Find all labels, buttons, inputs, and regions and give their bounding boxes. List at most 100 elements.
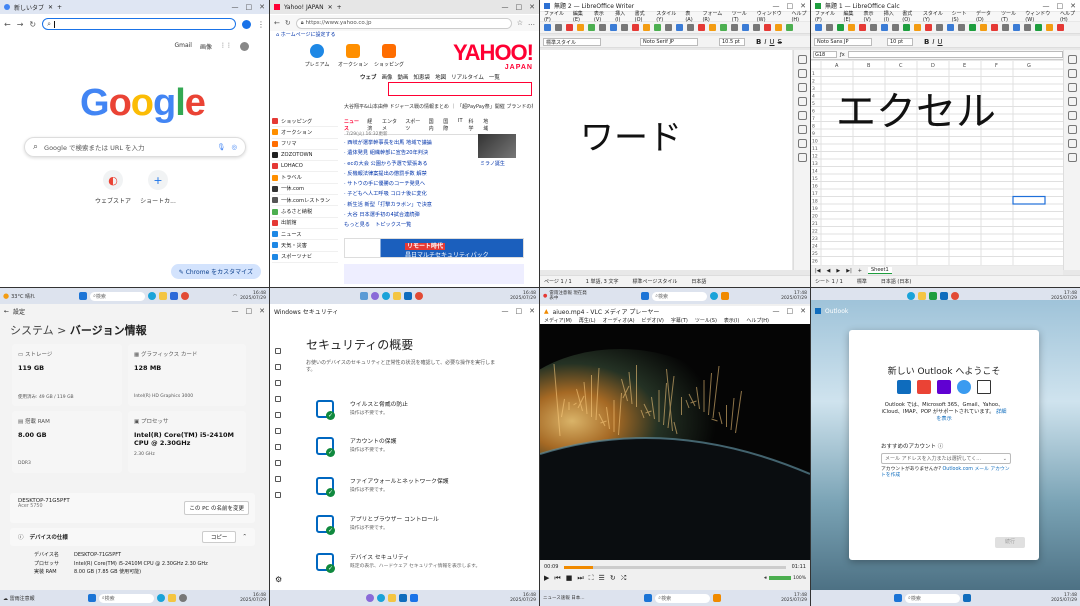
stop-icon[interactable]: ■	[566, 574, 573, 583]
clock[interactable]: 17:48 2025/07/29	[781, 291, 807, 301]
sidebar-item[interactable]: フリマ	[272, 139, 338, 150]
back-icon[interactable]: ←	[4, 20, 11, 29]
toolbar-button-icon[interactable]	[632, 24, 639, 31]
toolbar-button-icon[interactable]	[544, 24, 551, 31]
toolbar-button-icon[interactable]	[958, 24, 965, 31]
chevron-up-icon[interactable]: ⌃	[242, 534, 247, 540]
menu-icon[interactable]	[275, 348, 281, 354]
apps-icon[interactable]: ⋮⋮	[220, 42, 232, 51]
toolbar-button-icon[interactable]	[665, 24, 672, 31]
menu-item[interactable]: ツール(S)	[695, 317, 717, 324]
news-tab[interactable]: 地域	[483, 118, 492, 132]
page-count[interactable]: ページ 1 / 1	[544, 278, 572, 285]
sidebar-deck-icon[interactable]	[797, 125, 807, 134]
sidebar-deck-icon[interactable]	[1067, 83, 1077, 92]
sidebar-item[interactable]: ニュース	[272, 229, 338, 241]
security-item[interactable]: ✓ デバイス セキュリティ 既定の表示、ハードウェア セキュリティ情報を表示します。	[316, 551, 516, 585]
function-wizard-icon[interactable]: ƒx	[840, 52, 845, 58]
toolbar-button-icon[interactable]	[969, 24, 976, 31]
service-shopping[interactable]: ショッピング	[370, 44, 408, 68]
menu-item[interactable]: オーディオ(A)	[603, 317, 635, 324]
edge-icon[interactable]	[148, 292, 157, 300]
news-tab[interactable]: エンタメ	[382, 118, 399, 132]
prev-icon[interactable]: ⏮	[554, 574, 560, 583]
close-icon[interactable]: ✕	[529, 307, 535, 315]
ad-banner[interactable]: リモート時代 昌日マルチセキュリティパック	[344, 238, 524, 259]
taskbar-search[interactable]: ⌕ 検索	[98, 593, 154, 603]
news-item[interactable]: · 反機報法律案提出の懲罰手数 解禁	[344, 170, 474, 180]
explorer-icon[interactable]	[387, 594, 396, 602]
sidebar-deck-icon[interactable]	[797, 83, 807, 92]
email-input[interactable]: メール アドレスを入力または選択してく... ⌄	[881, 453, 1011, 464]
breadcrumb-system[interactable]: システム	[10, 324, 54, 337]
sidebar-item[interactable]: ショッピング	[272, 116, 338, 128]
news-item[interactable]: · 新生活 新型「打撃カラボン」で決意	[344, 201, 474, 211]
toolbar-button-icon[interactable]	[980, 24, 987, 31]
customize-chrome-button[interactable]: ✎ Chrome をカスタマイズ	[170, 264, 261, 279]
news-item[interactable]: · 西岐が選挙幹事長を出馬 地域で議論	[344, 139, 474, 149]
toolbar-button-icon[interactable]	[599, 24, 606, 31]
copilot-icon[interactable]	[365, 594, 374, 602]
search-tab[interactable]: 知恵袋	[414, 73, 431, 81]
font-name-box[interactable]: Noto Serif JP	[640, 37, 698, 46]
language[interactable]: 日本語 (日本)	[881, 278, 912, 285]
menu-item[interactable]: ビデオ(V)	[642, 317, 664, 324]
edge-icon[interactable]	[382, 292, 391, 300]
copilot-icon[interactable]	[371, 292, 380, 300]
address-bar[interactable]: 🔒︎ https://www.yahoo.co.jp	[295, 17, 512, 29]
account-avatar[interactable]	[240, 42, 249, 51]
news-item[interactable]: · サトウの手に優勝のコーチ発見へ	[344, 180, 474, 190]
sidebar-item[interactable]: LOHACO	[272, 161, 338, 173]
sidebar-deck-icon[interactable]	[1067, 125, 1077, 134]
column-header[interactable]: C	[899, 63, 903, 69]
news-item[interactable]: もっと見る トピックス一覧	[344, 221, 474, 231]
shield-icon[interactable]	[275, 380, 281, 386]
clock[interactable]: 16:48 2025/07/29	[510, 291, 536, 301]
security-item[interactable]: ✓ ウイルスと脅威の防止 操作は不要です。	[316, 398, 516, 432]
shortcut-webstore[interactable]: ◐ ウェブストア	[88, 170, 138, 205]
toolbar-button-icon[interactable]	[775, 24, 782, 31]
search-tab[interactable]: ウェブ	[360, 73, 377, 81]
bold-button[interactable]: B	[924, 38, 929, 46]
toolbar-button-icon[interactable]	[731, 24, 738, 31]
sidebar-deck-icon[interactable]	[1067, 97, 1077, 106]
explorer-icon[interactable]	[167, 594, 176, 602]
column-header[interactable]: A	[835, 63, 839, 69]
close-icon[interactable]: ✕	[259, 307, 265, 315]
search-tab[interactable]: 動画	[398, 73, 409, 81]
toolbar-button-icon[interactable]	[815, 24, 822, 31]
edge-icon[interactable]	[710, 292, 719, 300]
sidebar-deck-icon[interactable]	[1067, 139, 1077, 148]
security-item[interactable]: ✓ アプリとブラウザー コントロール 操作は不要です。	[316, 513, 516, 547]
close-tab-icon[interactable]: ✕	[328, 4, 333, 11]
copy-button[interactable]: コピー	[201, 531, 237, 543]
settings-icon[interactable]	[178, 594, 187, 602]
maximize-icon[interactable]: □	[787, 307, 794, 315]
toolbar-button-icon[interactable]	[555, 24, 562, 31]
play-icon[interactable]: ▶	[544, 574, 549, 583]
minimize-icon[interactable]: —	[502, 3, 509, 11]
taskbar-search[interactable]: ⌕ 検索	[905, 593, 961, 603]
maximize-icon[interactable]: □	[246, 3, 253, 11]
weather-widget[interactable]: ● 雷雨注意報 現在発表中	[543, 291, 589, 301]
outlook-icon[interactable]	[939, 292, 948, 300]
formula-input[interactable]	[847, 51, 1063, 58]
spec-card-processor[interactable]: ▣ プロセッサ Intel(R) Core(TM) i5-2410M CPU @…	[128, 411, 246, 473]
explorer-icon[interactable]	[159, 292, 168, 300]
spec-card-storage[interactable]: ▭ ストレージ 119 GB 使用済み: 49 GB / 119 GB	[12, 344, 122, 406]
edge-icon[interactable]	[156, 594, 165, 602]
voice-search-icon[interactable]: 🎙	[217, 143, 225, 151]
toolbar-button-icon[interactable]	[753, 24, 760, 31]
search-tab[interactable]: リアルタイム	[451, 73, 484, 81]
news-thumbnail[interactable]	[478, 134, 516, 158]
toolbar-button-icon[interactable]	[610, 24, 617, 31]
chrome-icon[interactable]	[181, 292, 190, 300]
menu-item[interactable]: 字幕(T)	[671, 317, 688, 324]
sidebar-deck-icon[interactable]	[1067, 55, 1077, 64]
menu-item[interactable]: メディア(M)	[544, 317, 572, 324]
sidebar-item[interactable]: 一休.comレストラン	[272, 195, 338, 207]
edge-icon[interactable]	[376, 594, 385, 602]
toolbar-button-icon[interactable]	[588, 24, 595, 31]
toolbar-button-icon[interactable]	[837, 24, 844, 31]
underline-button[interactable]: U	[937, 38, 942, 46]
